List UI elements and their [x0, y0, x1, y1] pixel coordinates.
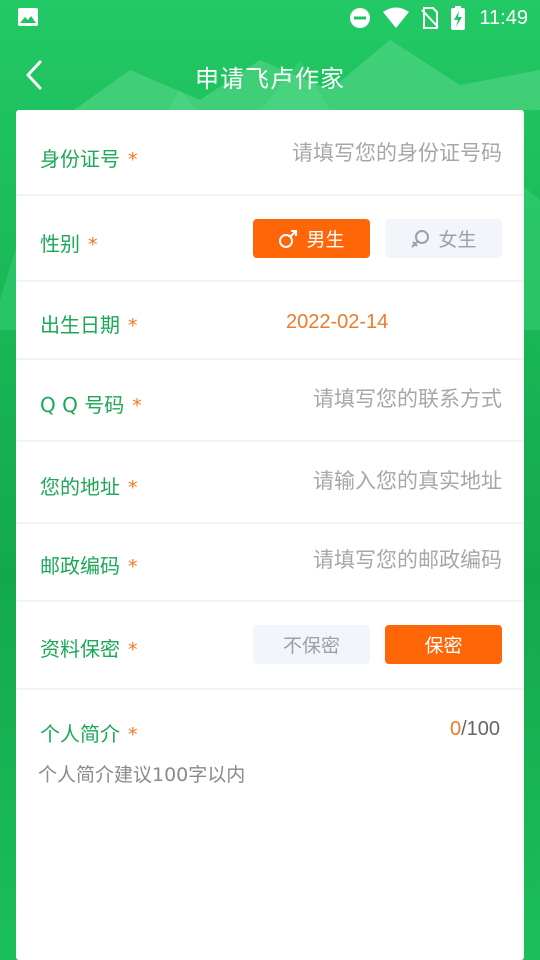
dnd-icon	[350, 8, 371, 28]
application-form: 身份证号 * 性别 * 男生 女生 出生日期 * 2022-02-14	[16, 110, 524, 960]
bio-label-text: 个人简介	[40, 722, 120, 746]
address-row: 您的地址 *	[16, 440, 524, 524]
required-mark: *	[128, 477, 138, 499]
gender-label: 性别 *	[40, 228, 98, 257]
privacy-private-button[interactable]: 保密	[385, 625, 502, 664]
privacy-label-text: 资料保密	[40, 637, 120, 661]
postcode-label: 邮政编码 *	[40, 550, 138, 579]
address-input[interactable]	[212, 469, 502, 493]
gender-label-text: 性别	[40, 232, 80, 256]
privacy-public-label: 不保密	[282, 635, 340, 657]
privacy-private-label: 保密	[424, 635, 463, 657]
id-number-label: 身份证号 *	[40, 143, 138, 172]
birthdate-row: 出生日期 * 2022-02-14	[16, 280, 524, 360]
qq-label-text: Q Q 号码	[40, 393, 125, 417]
birthdate-label-text: 出生日期	[40, 313, 120, 337]
postcode-label-text: 邮政编码	[40, 554, 120, 578]
qq-input[interactable]	[212, 387, 502, 411]
id-number-label-text: 身份证号	[40, 147, 120, 171]
wifi-icon	[383, 7, 410, 28]
qq-label: Q Q 号码 *	[40, 389, 142, 418]
address-label: 您的地址 *	[40, 471, 138, 500]
gender-row: 性别 * 男生 女生	[16, 194, 524, 282]
birthdate-label: 出生日期 *	[40, 309, 138, 338]
required-mark: *	[128, 149, 138, 171]
page-title: 申请飞卢作家	[195, 65, 345, 93]
required-mark: *	[88, 234, 98, 256]
id-number-input[interactable]	[212, 141, 502, 165]
privacy-label: 资料保密 *	[40, 633, 138, 662]
female-icon	[411, 229, 430, 248]
status-bar: 11:49	[0, 0, 540, 36]
bio-char-count: 0	[449, 718, 462, 740]
required-mark: *	[128, 315, 138, 337]
address-label-text: 您的地址	[40, 475, 120, 499]
status-icons: 11:49	[349, 6, 528, 30]
postcode-input[interactable]	[212, 548, 502, 572]
battery-charging-icon	[451, 6, 466, 30]
id-number-row: 身份证号 *	[16, 110, 524, 196]
bio-char-max: /100	[461, 718, 500, 740]
required-mark: *	[128, 724, 138, 746]
privacy-row: 资料保密 * 不保密 保密	[16, 600, 524, 690]
male-icon	[279, 229, 298, 248]
gender-male-label: 男生	[306, 229, 345, 251]
privacy-public-button[interactable]: 不保密	[253, 625, 370, 664]
qq-row: Q Q 号码 *	[16, 358, 524, 442]
status-time: 11:49	[479, 6, 528, 29]
required-mark: *	[128, 556, 138, 578]
no-sim-icon	[421, 7, 440, 29]
required-mark: *	[132, 395, 142, 417]
bio-label: 个人简介 *	[40, 718, 138, 747]
bio-char-counter: 0/100	[450, 718, 500, 741]
postcode-row: 邮政编码 *	[16, 522, 524, 602]
gallery-icon	[18, 8, 38, 26]
birthdate-value[interactable]: 2022-02-14	[286, 311, 388, 334]
gender-female-button[interactable]: 女生	[385, 219, 502, 258]
required-mark: *	[128, 639, 138, 661]
gender-male-button[interactable]: 男生	[253, 219, 370, 258]
bio-textarea[interactable]	[38, 760, 502, 940]
gender-female-label: 女生	[438, 229, 477, 251]
title-bar: 申请飞卢作家	[0, 40, 540, 110]
